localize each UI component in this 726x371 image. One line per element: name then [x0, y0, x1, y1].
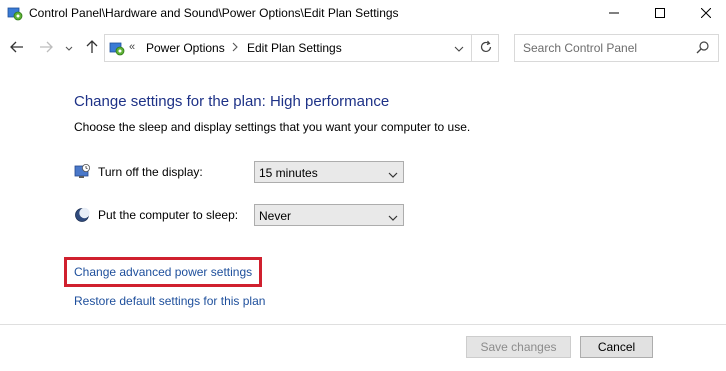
search-input[interactable]	[515, 35, 693, 61]
chevron-down-icon	[65, 41, 73, 55]
chevron-down-icon	[454, 41, 464, 55]
page-title: Change settings for the plan: High perfo…	[74, 93, 390, 110]
page-description: Choose the sleep and display settings th…	[74, 120, 471, 134]
refresh-icon	[479, 40, 493, 57]
sleep-setting-label: Put the computer to sleep:	[98, 208, 239, 222]
cancel-button[interactable]: Cancel	[580, 336, 653, 358]
display-setting-label: Turn off the display:	[98, 165, 203, 179]
chevron-down-icon	[388, 211, 398, 221]
display-timeout-select[interactable]: 15 minutes	[254, 161, 404, 183]
arrow-right-icon	[39, 41, 53, 56]
maximize-button[interactable]	[637, 0, 683, 26]
address-bar[interactable]: « Power Options Edit Plan Settings	[104, 34, 499, 62]
display-timeout-value: 15 minutes	[259, 166, 318, 180]
window-title: Control Panel\Hardware and Sound\Power O…	[29, 6, 399, 20]
arrow-left-icon	[10, 41, 24, 56]
moon-icon	[74, 207, 91, 223]
control-panel-icon	[7, 5, 23, 21]
sleep-timeout-value: Never	[259, 209, 292, 223]
back-button[interactable]	[7, 38, 27, 58]
minimize-button[interactable]	[591, 0, 637, 26]
breadcrumb-overflow[interactable]: «	[129, 41, 135, 53]
title-bar: Control Panel\Hardware and Sound\Power O…	[0, 0, 726, 28]
sleep-timeout-select[interactable]: Never	[254, 204, 404, 226]
display-setting-row: Turn off the display: 15 minutes	[74, 160, 414, 184]
forward-button[interactable]	[36, 38, 56, 58]
control-panel-icon	[109, 40, 125, 56]
sleep-setting-row: Put the computer to sleep: Never	[74, 203, 414, 227]
navigation-bar: « Power Options Edit Plan Settings	[0, 28, 726, 68]
search-icon[interactable]	[695, 40, 711, 56]
save-changes-button[interactable]: Save changes	[466, 336, 571, 358]
monitor-icon	[74, 164, 91, 180]
breadcrumb-power-options[interactable]: Power Options	[146, 41, 225, 55]
main-content: Change settings for the plan: High perfo…	[0, 68, 726, 328]
advanced-power-settings-link[interactable]: Change advanced power settings	[74, 265, 252, 279]
footer-divider	[0, 324, 726, 325]
arrow-up-icon	[86, 39, 98, 57]
close-button[interactable]	[683, 0, 726, 26]
breadcrumb-separator-icon[interactable]	[231, 41, 239, 56]
recent-locations-button[interactable]	[62, 38, 76, 58]
chevron-down-icon	[388, 168, 398, 178]
restore-defaults-link[interactable]: Restore default settings for this plan	[74, 294, 265, 308]
breadcrumb-edit-plan-settings[interactable]: Edit Plan Settings	[247, 41, 342, 55]
refresh-button[interactable]	[471, 35, 499, 61]
address-dropdown-button[interactable]	[447, 36, 471, 60]
search-box[interactable]	[514, 34, 719, 62]
up-button[interactable]	[82, 38, 102, 58]
